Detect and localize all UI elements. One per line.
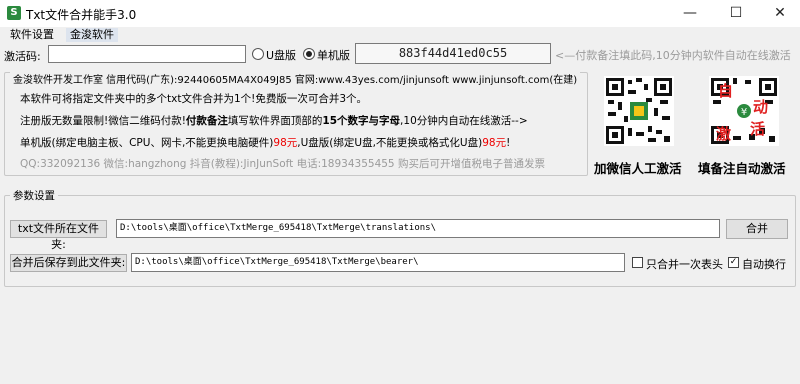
source-folder-input[interactable]: D:\tools\桌面\office\TxtMerge_695418\TxtMe… xyxy=(116,219,720,238)
activation-code-input[interactable] xyxy=(48,45,246,63)
window-title: Txt文件合并能手3.0 xyxy=(26,8,137,22)
dest-folder-button[interactable]: 合并后保存到此文件夹: xyxy=(10,254,127,272)
wechat-qr-caption: 加微信人工激活 xyxy=(594,161,682,176)
close-button[interactable]: ✕ xyxy=(758,0,800,27)
info-line-2-d: 15个数字与字母 xyxy=(322,115,401,127)
info-line-3-a: 单机版(绑定电脑主板、CPU、网卡,不能更换电脑硬件) xyxy=(20,137,274,149)
qr-overlay-2: 动 xyxy=(753,98,769,116)
auto-wrap-checkbox[interactable]: ✓ xyxy=(728,257,739,268)
info-line-2-c: 填写软件界面顶部的 xyxy=(227,115,323,127)
params-group-title: 参数设置 xyxy=(10,188,58,203)
activation-hint: <—付款备注填此码,10分钟内软件自动在线激活 xyxy=(555,49,791,62)
params-group xyxy=(4,195,796,287)
menu-bar xyxy=(0,27,800,43)
merge-button[interactable]: 合并 xyxy=(726,219,788,239)
price-usb: 98元 xyxy=(482,137,507,149)
qr-overlay-4: 活 xyxy=(750,120,766,138)
qr-overlay-3: 激 xyxy=(716,125,732,143)
contact-line: QQ:332092136 微信:hangzhong 抖音(教程):JinJunS… xyxy=(20,158,545,170)
minimize-button[interactable]: — xyxy=(668,0,712,27)
source-folder-button[interactable]: txt文件所在文件夹: xyxy=(10,220,107,251)
usb-version-label: U盘版 xyxy=(266,49,297,62)
maximize-button[interactable]: ☐ xyxy=(714,0,758,27)
info-line-2: 注册版无数量限制!微信二维码付款!付款备注填写软件界面顶部的15个数字与字母,1… xyxy=(20,113,528,128)
info-line-2-a: 注册版无数量限制!微信二维码付款! xyxy=(20,115,186,127)
header-once-label: 只合并一次表头 xyxy=(646,258,723,271)
auto-wrap-label: 自动换行 xyxy=(742,258,786,271)
info-line-3: 单机版(绑定电脑主板、CPU、网卡,不能更换电脑硬件)98元,U盘版(绑定U盘,… xyxy=(20,135,510,150)
info-line-3-c: ! xyxy=(506,137,511,149)
menu-jinjun-software[interactable]: 金浚软件 xyxy=(66,28,118,42)
info-line-2-b: 付款备注 xyxy=(185,115,228,127)
info-line-2-e: ,10分钟内自动在线激活--> xyxy=(400,115,528,127)
info-line-3-b: ,U盘版(绑定U盘,不能更换或格式化U盘) xyxy=(297,137,483,149)
wechat-qr-code xyxy=(604,76,674,146)
machine-version-radio[interactable] xyxy=(303,48,315,60)
header-once-checkbox[interactable] xyxy=(632,257,643,268)
usb-version-radio[interactable] xyxy=(252,48,264,60)
price-machine: 98元 xyxy=(273,137,298,149)
info-group-title: 金浚软件开发工作室 信用代码(广东):92440605MA4X049J85 官网… xyxy=(10,71,581,86)
machine-version-label: 单机版 xyxy=(317,49,350,62)
qr-overlay-1: 自 xyxy=(718,82,734,100)
dest-folder-input[interactable]: D:\tools\桌面\office\TxtMerge_695418\TxtMe… xyxy=(131,253,625,272)
info-line-1: 本软件可将指定文件夹中的多个txt文件合并为1个!免费版一次可合并3个。 xyxy=(20,93,368,105)
machine-code-field[interactable]: 883f44d41ed0c55 xyxy=(355,43,551,64)
payment-qr-caption: 填备注自动激活 xyxy=(698,161,786,176)
menu-software-settings[interactable]: 软件设置 xyxy=(6,28,58,42)
svg-text:¥: ¥ xyxy=(741,107,747,118)
app-icon: S xyxy=(7,6,21,20)
activation-code-label: 激活码: xyxy=(4,50,41,63)
